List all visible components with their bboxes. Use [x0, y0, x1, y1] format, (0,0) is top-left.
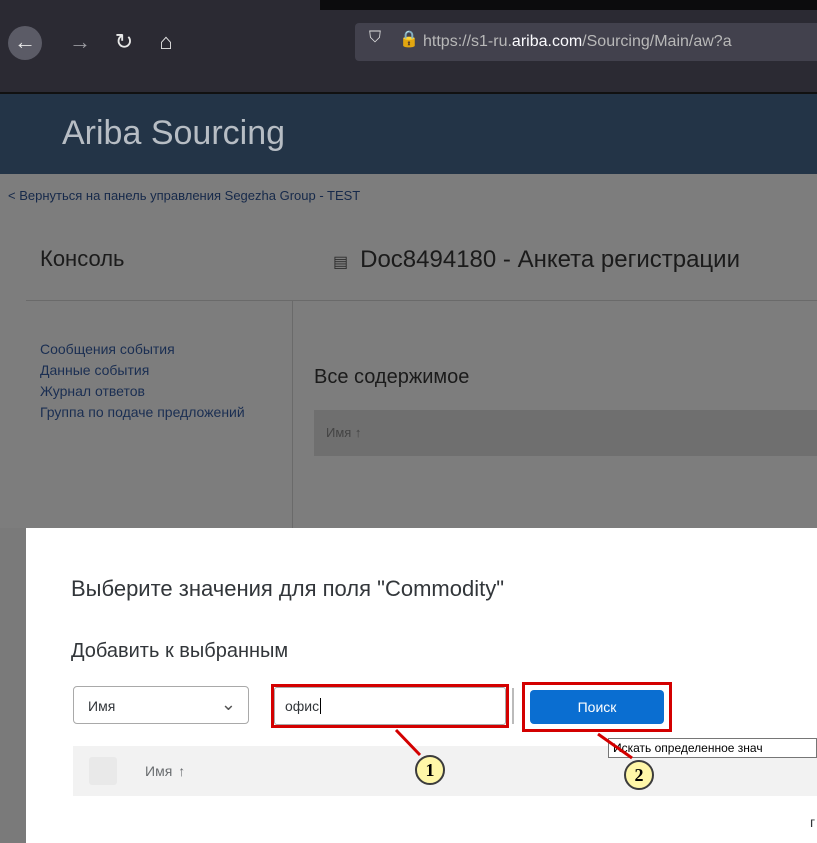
document-title: ▤ Doc8494180 - Анкета регистрации: [333, 246, 740, 274]
all-content-title: Все содержимое: [314, 366, 470, 388]
sidebar-item-bidding-group[interactable]: Группа по подаче предложений: [40, 403, 280, 421]
document-icon: ▤: [333, 254, 349, 271]
commodity-select-dialog: Выберите значения для поля "Commodity" Д…: [26, 528, 817, 843]
search-input[interactable]: офис: [274, 687, 506, 725]
forward-arrow-icon[interactable]: →: [66, 26, 94, 58]
page-background: < Вернуться на панель управления Segezha…: [0, 174, 817, 528]
name-column-header[interactable]: Имя ↑: [145, 763, 185, 779]
browser-toolbar: ← → ↻ ⌂ ⛉ 🔒 https://s1-ru.ariba.com/Sour…: [0, 0, 817, 92]
app-header: Ariba Sourcing: [0, 94, 817, 174]
search-input-value: офис: [285, 698, 320, 714]
reload-icon[interactable]: ↻: [110, 26, 138, 58]
sort-arrow-icon: ↑: [178, 763, 186, 779]
sidebar-item-messages[interactable]: Сообщения события: [40, 340, 280, 358]
content-table-header: Имя ↑: [314, 410, 817, 456]
sidebar-item-event-data[interactable]: Данные события: [40, 361, 280, 379]
divider: [292, 300, 293, 528]
console-title: Консоль: [40, 246, 125, 271]
shield-icon: ⛉: [369, 29, 382, 46]
callout-2-badge: 2: [624, 760, 654, 790]
search-field-select[interactable]: Имя ⌄: [73, 686, 249, 724]
search-input-highlight: офис: [271, 684, 509, 728]
url-bar[interactable]: ⛉ 🔒 https://s1-ru.ariba.com/Sourcing/Mai…: [355, 23, 817, 61]
dialog-title: Выберите значения для поля "Commodity": [71, 576, 505, 601]
search-tooltip: Искать определенное знач: [608, 738, 817, 758]
dialog-subtitle: Добавить к выбранным: [71, 640, 289, 662]
name-column-header[interactable]: Имя ↑: [326, 425, 361, 440]
sidebar-item-response-log[interactable]: Журнал ответов: [40, 382, 280, 400]
back-to-dashboard-link[interactable]: < Вернуться на панель управления Segezha…: [8, 188, 360, 203]
url-text: https://s1-ru.ariba.com/Sourcing/Main/aw…: [423, 33, 732, 50]
chevron-down-icon: ⌄: [220, 694, 236, 714]
callout-1-badge: 1: [415, 755, 445, 785]
pager-text: г: [810, 814, 816, 830]
search-button[interactable]: Поиск: [530, 690, 664, 724]
lock-icon: 🔒: [399, 31, 419, 48]
divider: [26, 300, 817, 301]
search-input-border: [512, 688, 514, 724]
app-title: Ariba Sourcing: [62, 114, 286, 152]
name-column-label: Имя: [145, 763, 173, 779]
home-icon[interactable]: ⌂: [152, 26, 180, 58]
document-title-text: Doc8494180 - Анкета регистрации: [360, 246, 740, 273]
search-field-select-value: Имя: [88, 698, 116, 714]
select-all-checkbox[interactable]: [89, 757, 117, 785]
back-arrow-icon[interactable]: ←: [8, 26, 42, 60]
console-sidebar: Сообщения события Данные события Журнал …: [40, 340, 280, 424]
tab-strip: [320, 0, 817, 10]
search-button-highlight: Поиск: [522, 682, 672, 732]
